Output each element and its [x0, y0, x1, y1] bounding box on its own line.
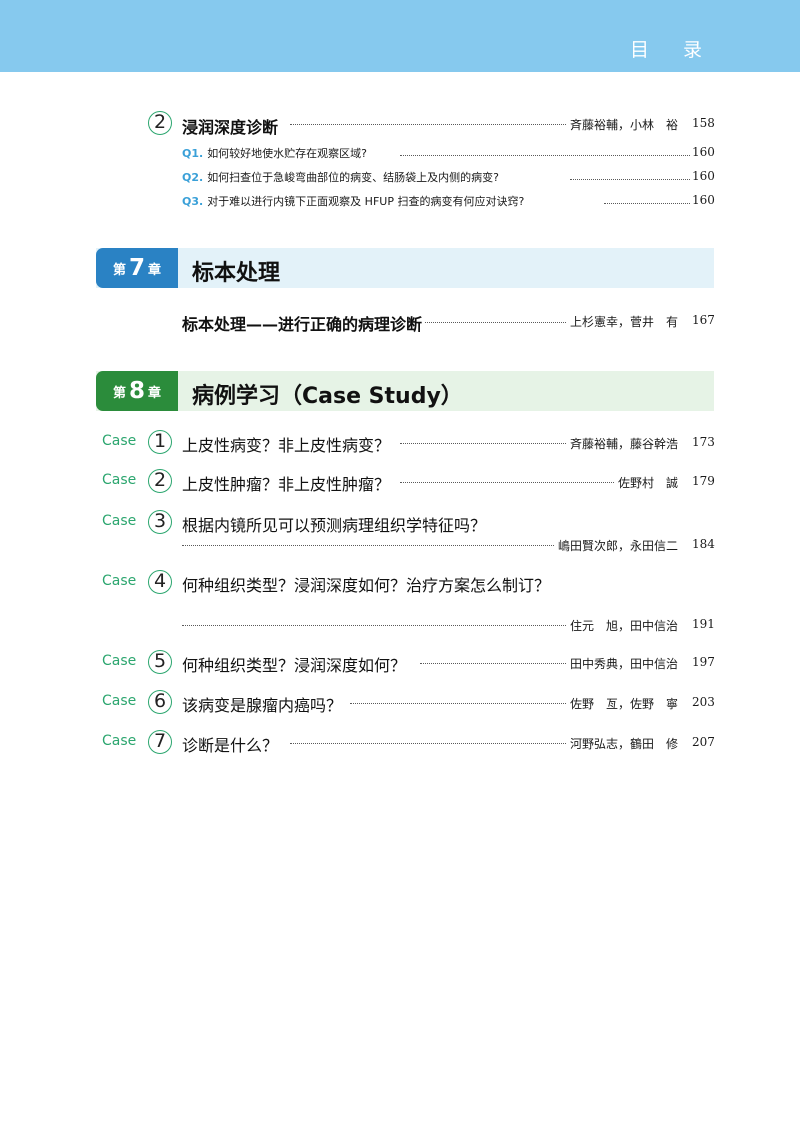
toc-case-3[interactable]: Case 3 根据内镜所见可以预测病理组织学特征吗？ 嶋田賢次郎，永田信二 18… [0, 510, 800, 554]
case-author: 住元 旭，田中信治 [566, 617, 678, 634]
case-label: Case [102, 472, 137, 488]
chapter-7-header: 第 7 章 标本处理 [96, 248, 714, 288]
chapter-number: 7 [128, 255, 145, 281]
question-text: 如何较好地使水贮存在观察区域? [207, 147, 368, 160]
entry-author: 斉藤裕輔，小林 裕 [566, 116, 678, 133]
leader-dots [182, 545, 562, 546]
case-page: 179 [692, 474, 715, 488]
chapter-prefix: 第 [112, 262, 126, 278]
case-author: 嶋田賢次郎，永田信二 [554, 537, 678, 554]
circled-number: 1 [148, 430, 172, 454]
toc-case-2[interactable]: Case 2 上皮性肿瘤？非上皮性肿瘤？ 佐野村 誠 179 [0, 469, 800, 495]
circled-number: 3 [148, 510, 172, 534]
case-title: 该病变是腺瘤内癌吗？ [182, 692, 346, 716]
case-label: Case [102, 433, 137, 449]
leader-dots [290, 743, 570, 744]
case-label: Case [102, 513, 137, 529]
toc-entry-specimen[interactable]: 标本处理——进行正确的病理诊断 上杉憲幸，菅井 有 167 [0, 309, 800, 335]
leader-dots [570, 179, 690, 180]
question-number: Q2. [182, 171, 204, 184]
question-number: Q1. [182, 147, 204, 160]
entry-page: 167 [692, 313, 715, 327]
leader-dots [350, 703, 580, 704]
toc-case-5[interactable]: Case 5 何种组织类型？浸润深度如何？ 田中秀典，田中信治 197 [0, 650, 800, 676]
leader-dots [182, 625, 572, 626]
toc-entry-section-2[interactable]: 2 浸润深度诊断 斉藤裕輔，小林 裕 158 [0, 111, 800, 138]
leader-dots [400, 482, 620, 483]
chapter-badge: 第 8 章 [96, 371, 178, 411]
case-page: 173 [692, 435, 715, 449]
case-page: 203 [692, 695, 715, 709]
circled-number: 2 [148, 469, 172, 493]
case-title: 上皮性病变？非上皮性病变？ [182, 432, 394, 456]
toc-question-q1[interactable]: Q1. 如何较好地使水贮存在观察区域? 160 [0, 143, 800, 167]
entry-page: 158 [692, 116, 715, 130]
chapter-number: 8 [128, 378, 145, 404]
leader-dots [420, 663, 570, 664]
case-page: 207 [692, 735, 715, 749]
toc-case-4[interactable]: Case 4 何种组织类型？浸润深度如何？治疗方案怎么制订？ 住元 旭，田中信治… [0, 570, 800, 636]
leader-dots [420, 322, 570, 323]
page-title: 目 录 [629, 39, 716, 61]
case-page: 184 [692, 537, 715, 551]
circled-number: 6 [148, 690, 172, 714]
entry-title: 浸润深度诊断 [182, 114, 282, 138]
circled-number: 5 [148, 650, 172, 674]
case-author: 佐野 亙，佐野 寧 [566, 695, 678, 712]
case-title: 何种组织类型？浸润深度如何？治疗方案怎么制订？ [182, 572, 554, 596]
toc-question-q3[interactable]: Q3. 对于难以进行内镜下正面观察及 HFUP 扫查的病变有何应对诀窍? 160 [0, 191, 800, 215]
question-page: 160 [692, 169, 715, 183]
leader-dots [290, 124, 570, 125]
case-label: Case [102, 573, 137, 589]
case-title: 根据内镜所见可以预测病理组织学特征吗？ [182, 512, 490, 536]
case-label: Case [102, 653, 137, 669]
question-page: 160 [692, 145, 715, 159]
toc-case-7[interactable]: Case 7 诊断是什么？ 河野弘志，鶴田 修 207 [0, 730, 800, 756]
question-label: Q3. 对于难以进行内镜下正面观察及 HFUP 扫查的病变有何应对诀窍? [182, 193, 528, 209]
header-bar: 目 录 [0, 0, 800, 72]
toc-case-6[interactable]: Case 6 该病变是腺瘤内癌吗？ 佐野 亙，佐野 寧 203 [0, 690, 800, 716]
question-number: Q3. [182, 195, 204, 208]
entry-author: 上杉憲幸，菅井 有 [566, 313, 678, 330]
case-page: 197 [692, 655, 715, 669]
case-title: 诊断是什么？ [182, 732, 282, 756]
chapter-suffix: 章 [148, 262, 162, 278]
case-title: 何种组织类型？浸润深度如何？ [182, 652, 410, 676]
chapter-suffix: 章 [148, 385, 162, 401]
case-author: 佐野村 誠 [614, 474, 678, 491]
case-title: 上皮性肿瘤？非上皮性肿瘤？ [182, 471, 394, 495]
leader-dots [400, 443, 570, 444]
question-label: Q1. 如何较好地使水贮存在观察区域? [182, 145, 371, 161]
chapter-badge: 第 7 章 [96, 248, 178, 288]
question-label: Q2. 如何扫查位于急峻弯曲部位的病变、结肠袋上及内侧的病变? [182, 169, 503, 185]
entry-title: 标本处理——进行正确的病理诊断 [182, 311, 426, 335]
case-author: 河野弘志，鶴田 修 [566, 735, 678, 752]
case-author: 田中秀典，田中信治 [566, 655, 678, 672]
chapter-prefix: 第 [112, 385, 126, 401]
circled-number: 4 [148, 570, 172, 594]
toc-question-q2[interactable]: Q2. 如何扫查位于急峻弯曲部位的病变、结肠袋上及内侧的病变? 160 [0, 167, 800, 191]
case-label: Case [102, 693, 137, 709]
toc-case-1[interactable]: Case 1 上皮性病变？非上皮性病变？ 斉藤裕輔，藤谷幹浩 173 [0, 430, 800, 456]
leader-dots [604, 203, 690, 204]
question-page: 160 [692, 193, 715, 207]
question-text: 对于难以进行内镜下正面观察及 HFUP 扫查的病变有何应对诀窍? [207, 195, 525, 208]
question-text: 如何扫查位于急峻弯曲部位的病变、结肠袋上及内侧的病变? [207, 171, 500, 184]
case-author: 斉藤裕輔，藤谷幹浩 [566, 435, 678, 452]
case-page: 191 [692, 617, 715, 631]
leader-dots [400, 155, 690, 156]
case-label: Case [102, 733, 137, 749]
circled-number: 2 [148, 111, 172, 135]
circled-number: 7 [148, 730, 172, 754]
chapter-8-header: 第 8 章 病例学习（Case Study） [96, 371, 714, 411]
chapter-title: 标本处理 [192, 261, 281, 286]
chapter-title: 病例学习（Case Study） [192, 384, 463, 409]
